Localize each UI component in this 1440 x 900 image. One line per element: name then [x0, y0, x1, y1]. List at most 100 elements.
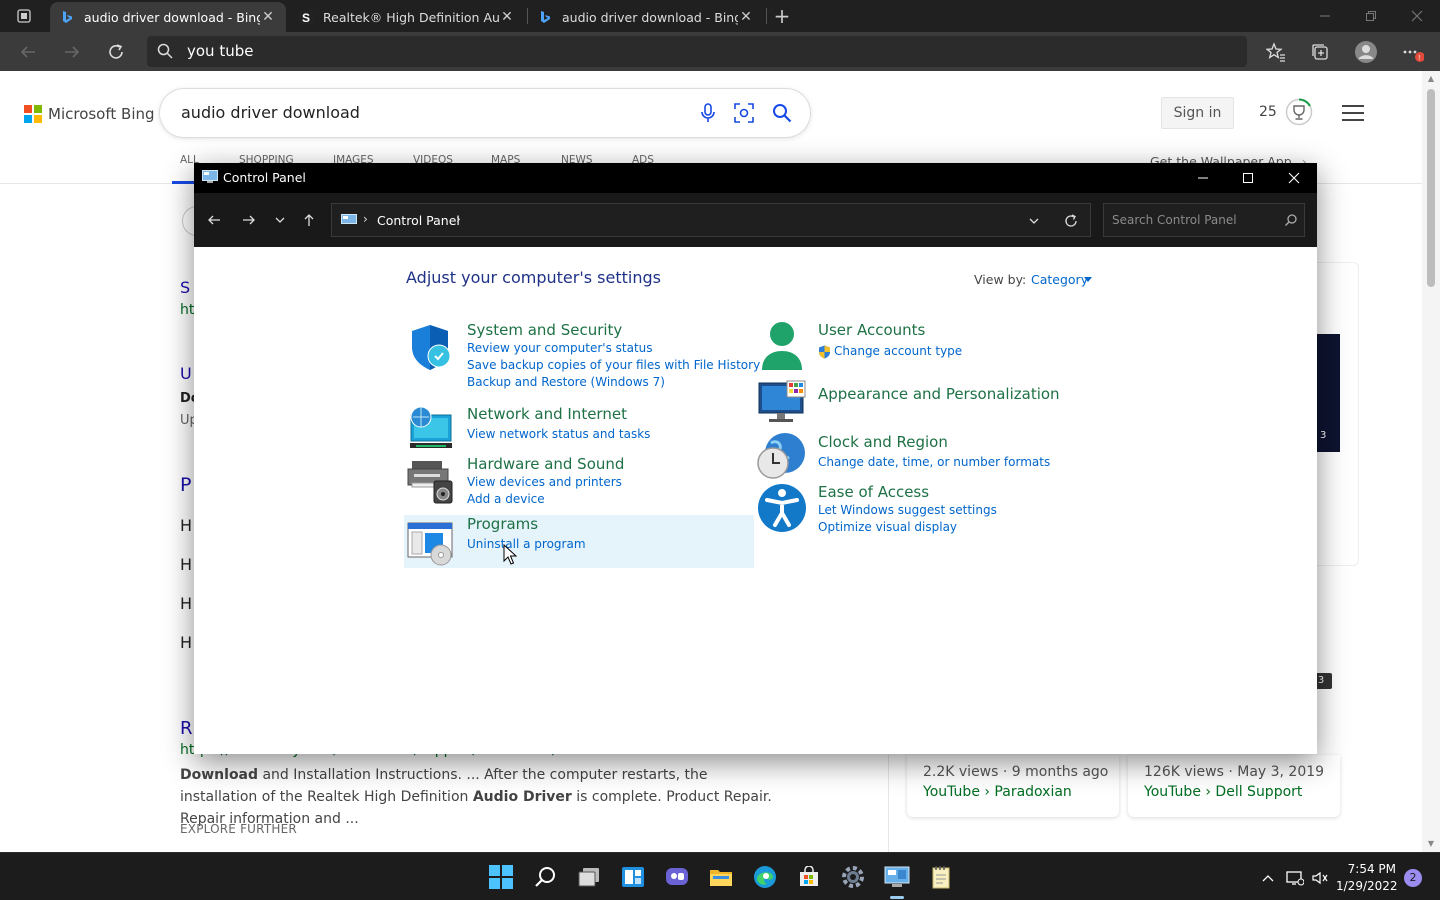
link-review-status[interactable]: Review your computer's status [467, 341, 653, 355]
link-devices-printers[interactable]: View devices and printers [467, 475, 622, 489]
rewards-trophy-icon[interactable] [1285, 98, 1313, 126]
video-card[interactable]: 126K views · May 3, 2019 YouTube › Dell … [1128, 755, 1340, 817]
link-file-history[interactable]: Save backup copies of your files with Fi… [467, 358, 760, 372]
cp-close-icon[interactable] [1271, 163, 1317, 193]
result-title-peek[interactable]: U [180, 364, 192, 383]
question-peek[interactable]: H [180, 594, 192, 613]
edge-browser-icon[interactable] [751, 863, 779, 891]
question-peek[interactable]: H [180, 633, 192, 652]
cp-forward-icon[interactable] [239, 210, 259, 230]
address-dropdown-icon[interactable] [1026, 213, 1042, 229]
bing-logo[interactable]: Microsoft Bing [24, 105, 155, 123]
file-explorer-icon[interactable] [707, 863, 735, 891]
start-windows-icon[interactable] [487, 863, 515, 891]
result-title-peek[interactable]: R [180, 718, 193, 739]
back-icon[interactable] [16, 40, 40, 64]
breadcrumb-control-panel[interactable]: Control Panel [377, 213, 460, 228]
link-suggest-settings[interactable]: Let Windows suggest settings [818, 503, 997, 517]
notification-badge[interactable]: 2 [1404, 869, 1422, 887]
settings-gear-icon[interactable] [839, 863, 867, 891]
scrollbar-thumb[interactable] [1427, 89, 1435, 287]
video-card[interactable]: 2.2K views · 9 months ago YouTube › Para… [907, 755, 1119, 817]
category-title[interactable]: Programs [467, 515, 538, 533]
link-add-device[interactable]: Add a device [467, 492, 545, 506]
volume-muted-icon[interactable] [1311, 869, 1329, 887]
category-title[interactable]: User Accounts [818, 321, 925, 339]
more-menu-icon[interactable]: ! [1400, 40, 1424, 64]
link-network-status[interactable]: View network status and tasks [467, 427, 650, 441]
task-view-icon[interactable] [575, 863, 603, 891]
tab-actions-icon[interactable] [8, 6, 40, 26]
breadcrumb-chevron-icon[interactable]: › [363, 212, 368, 226]
category-title[interactable]: Appearance and Personalization [818, 385, 1060, 403]
category-programs[interactable]: Programs Uninstall a program [404, 515, 754, 568]
cp-search-input[interactable] [1112, 212, 1272, 228]
link-date-time-formats[interactable]: Change date, time, or number formats [818, 455, 1050, 469]
visual-search-icon[interactable] [732, 101, 756, 125]
bing-search-box[interactable]: audio driver download [160, 89, 810, 137]
control-panel-taskbar-icon[interactable] [883, 863, 911, 891]
microphone-icon[interactable] [696, 101, 720, 125]
browser-tab-3[interactable]: audio driver download - Bing vid ✕ [528, 2, 764, 32]
browser-tab-2[interactable]: S Realtek® High Definition Audio ✕ [289, 2, 525, 32]
new-tab-icon[interactable]: + [772, 6, 792, 26]
browser-tab-1[interactable]: audio driver download - Bing ✕ [50, 2, 286, 32]
category-title[interactable]: Hardware and Sound [467, 455, 624, 473]
scroll-down-icon[interactable]: ▼ [1426, 839, 1436, 849]
cp-maximize-icon[interactable] [1225, 163, 1271, 193]
collections-icon[interactable] [1308, 40, 1332, 64]
link-uninstall-program[interactable]: Uninstall a program [467, 537, 586, 551]
cp-breadcrumb-bar[interactable]: › Control Panel › [331, 203, 1091, 237]
taskbar-search-icon[interactable] [531, 863, 559, 891]
video-source[interactable]: YouTube › Dell Support [1144, 784, 1302, 800]
minimize-icon[interactable] [1302, 0, 1348, 32]
close-window-icon[interactable] [1394, 0, 1440, 32]
category-title[interactable]: Network and Internet [467, 405, 627, 423]
show-hidden-icons-chevron-icon[interactable] [1259, 869, 1277, 887]
sign-in-button[interactable]: Sign in [1161, 97, 1234, 129]
hamburger-menu-icon[interactable] [1342, 105, 1364, 121]
forward-icon[interactable] [60, 40, 84, 64]
cp-search-box[interactable] [1103, 203, 1305, 237]
user-accounts-icon [762, 322, 802, 370]
category-title[interactable]: Ease of Access [818, 483, 929, 501]
view-by-caret-icon[interactable] [1084, 277, 1092, 282]
notepad-icon[interactable] [927, 863, 955, 891]
taskbar-clock[interactable]: 7:54 PM 1/29/2022 [1336, 861, 1398, 895]
video-thumbnail[interactable]: 3 [1316, 334, 1340, 452]
category-title[interactable]: System and Security [467, 321, 622, 339]
breadcrumb-chevron-icon[interactable]: › [456, 212, 461, 226]
close-tab-icon[interactable]: ✕ [499, 9, 515, 25]
video-source[interactable]: YouTube › Paradoxian [923, 784, 1072, 800]
cp-minimize-icon[interactable] [1180, 163, 1226, 193]
profile-avatar-icon[interactable] [1354, 40, 1378, 64]
chat-icon[interactable] [663, 863, 691, 891]
cp-recent-dropdown-icon[interactable] [270, 210, 290, 230]
restore-icon[interactable] [1348, 0, 1394, 32]
rewards-points[interactable]: 25 [1259, 104, 1277, 120]
microsoft-store-icon[interactable] [795, 863, 823, 891]
cp-refresh-icon[interactable] [1062, 212, 1080, 230]
category-title[interactable]: Clock and Region [818, 433, 948, 451]
widgets-icon[interactable] [619, 863, 647, 891]
refresh-icon[interactable] [104, 40, 128, 64]
link-backup-restore[interactable]: Backup and Restore (Windows 7) [467, 375, 665, 389]
question-peek[interactable]: H [180, 516, 192, 535]
network-status-icon[interactable] [1286, 869, 1304, 887]
cp-up-icon[interactable] [299, 210, 319, 230]
close-tab-icon[interactable]: ✕ [738, 9, 754, 25]
result-title-peek[interactable]: S [180, 278, 190, 297]
search-icon[interactable] [770, 101, 794, 125]
cp-back-icon[interactable] [204, 210, 224, 230]
address-bar[interactable]: you tube [147, 36, 1247, 67]
link-change-account-type[interactable]: Change account type [818, 344, 962, 359]
cp-title-bar[interactable]: Control Panel [194, 163, 1317, 193]
close-tab-icon[interactable]: ✕ [260, 9, 276, 25]
page-scrollbar[interactable]: ▲ ▼ [1422, 71, 1440, 852]
search-icon[interactable] [1284, 213, 1298, 227]
favorites-icon[interactable] [1264, 40, 1288, 64]
view-by-dropdown[interactable]: Category [1031, 272, 1088, 287]
question-peek[interactable]: H [180, 555, 192, 574]
scroll-up-icon[interactable]: ▲ [1426, 74, 1436, 84]
link-optimize-display[interactable]: Optimize visual display [818, 520, 957, 534]
